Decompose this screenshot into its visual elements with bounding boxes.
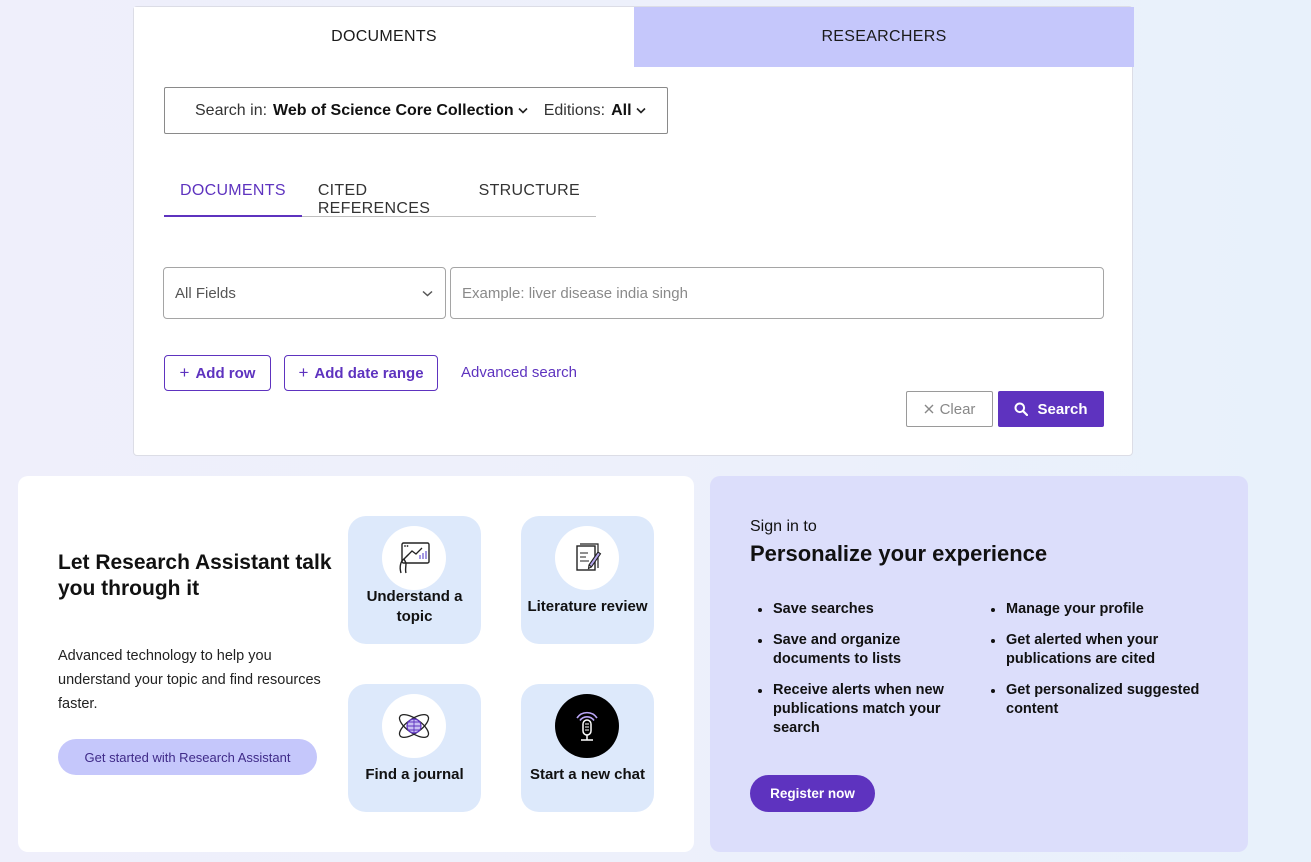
tile-label: Find a journal: [365, 766, 464, 783]
add-date-range-button[interactable]: + Add date range: [284, 355, 438, 391]
list-item: Get personalized suggested content: [991, 681, 1211, 719]
collection-value: Web of Science Core Collection: [273, 101, 514, 119]
microphone-icon: [555, 694, 619, 758]
benefits-list-left: Save searches Save and organize document…: [758, 600, 958, 750]
chevron-down-icon: [422, 290, 433, 297]
editions-value: All: [611, 101, 632, 119]
subtab-structure[interactable]: STRUCTURE: [463, 177, 596, 217]
clear-button[interactable]: Clear: [906, 391, 993, 427]
plus-icon: +: [298, 363, 309, 382]
list-item: Save and organize documents to lists: [758, 631, 958, 669]
topic-board-icon: [382, 526, 446, 590]
search-type-tabs: DOCUMENTS RESEARCHERS: [134, 7, 1134, 67]
assistant-description: Advanced technology to help you understa…: [58, 648, 321, 712]
tile-literature-review[interactable]: Literature review: [521, 516, 654, 644]
atom-globe-icon: [382, 694, 446, 758]
add-row-label: Add row: [195, 364, 256, 382]
sign-in-kicker: Sign in to: [750, 518, 817, 535]
search-mode-tabs: DOCUMENTS CITED REFERENCES STRUCTURE: [164, 177, 596, 217]
subtab-cited-references[interactable]: CITED REFERENCES: [302, 177, 463, 217]
sign-in-card: Sign in to Personalize your experience S…: [710, 476, 1248, 852]
tile-label: Start a new chat: [529, 766, 646, 783]
list-item: Save searches: [758, 600, 958, 619]
plus-icon: +: [179, 363, 190, 382]
benefits-list-right: Manage your profile Get alerted when you…: [991, 600, 1211, 731]
tile-label: Literature review: [527, 598, 648, 615]
list-item: Get alerted when your publications are c…: [991, 631, 1211, 669]
close-icon: [924, 404, 934, 414]
collection-selector: Search in: Web of Science Core Collectio…: [164, 87, 668, 134]
search-button[interactable]: Search: [998, 391, 1104, 427]
tile-understand-topic[interactable]: Understand a topic: [348, 516, 481, 644]
tab-researchers[interactable]: RESEARCHERS: [634, 7, 1134, 67]
tile-find-journal[interactable]: Find a journal: [348, 684, 481, 812]
collection-dropdown[interactable]: Web of Science Core Collection: [273, 102, 528, 120]
list-item: Manage your profile: [991, 600, 1211, 619]
tile-label: Understand a topic: [366, 588, 463, 625]
search-card: DOCUMENTS RESEARCHERS Search in: Web of …: [133, 6, 1134, 456]
chevron-down-icon: [635, 107, 646, 114]
subtab-documents[interactable]: DOCUMENTS: [164, 177, 302, 217]
tile-start-chat[interactable]: Start a new chat: [521, 684, 654, 812]
search-label: Search: [1037, 400, 1088, 418]
add-row-button[interactable]: + Add row: [164, 355, 271, 391]
sign-in-title: Personalize your experience: [750, 541, 1048, 566]
tab-documents[interactable]: DOCUMENTS: [134, 7, 634, 67]
search-in-label: Search in:: [195, 101, 268, 119]
document-pen-icon: [555, 526, 619, 590]
list-item: Receive alerts when new publications mat…: [758, 681, 958, 738]
editions-dropdown[interactable]: All: [611, 101, 646, 120]
research-assistant-card: Let Research Assistant talk you through …: [18, 476, 694, 852]
assistant-title: Let Research Assistant talk you through …: [58, 551, 332, 600]
search-field-select[interactable]: All Fields: [163, 267, 446, 319]
register-button[interactable]: Register now: [750, 775, 875, 812]
clear-label: Clear: [939, 400, 976, 418]
search-icon: [1014, 402, 1029, 416]
editions-label: Editions:: [543, 101, 606, 119]
search-field-value: All Fields: [175, 284, 236, 302]
search-query-input[interactable]: [450, 267, 1104, 319]
chevron-down-icon: [518, 107, 528, 114]
advanced-search-link[interactable]: Advanced search: [461, 364, 577, 381]
add-date-label: Add date range: [314, 364, 424, 382]
get-started-button[interactable]: Get started with Research Assistant: [58, 739, 317, 775]
